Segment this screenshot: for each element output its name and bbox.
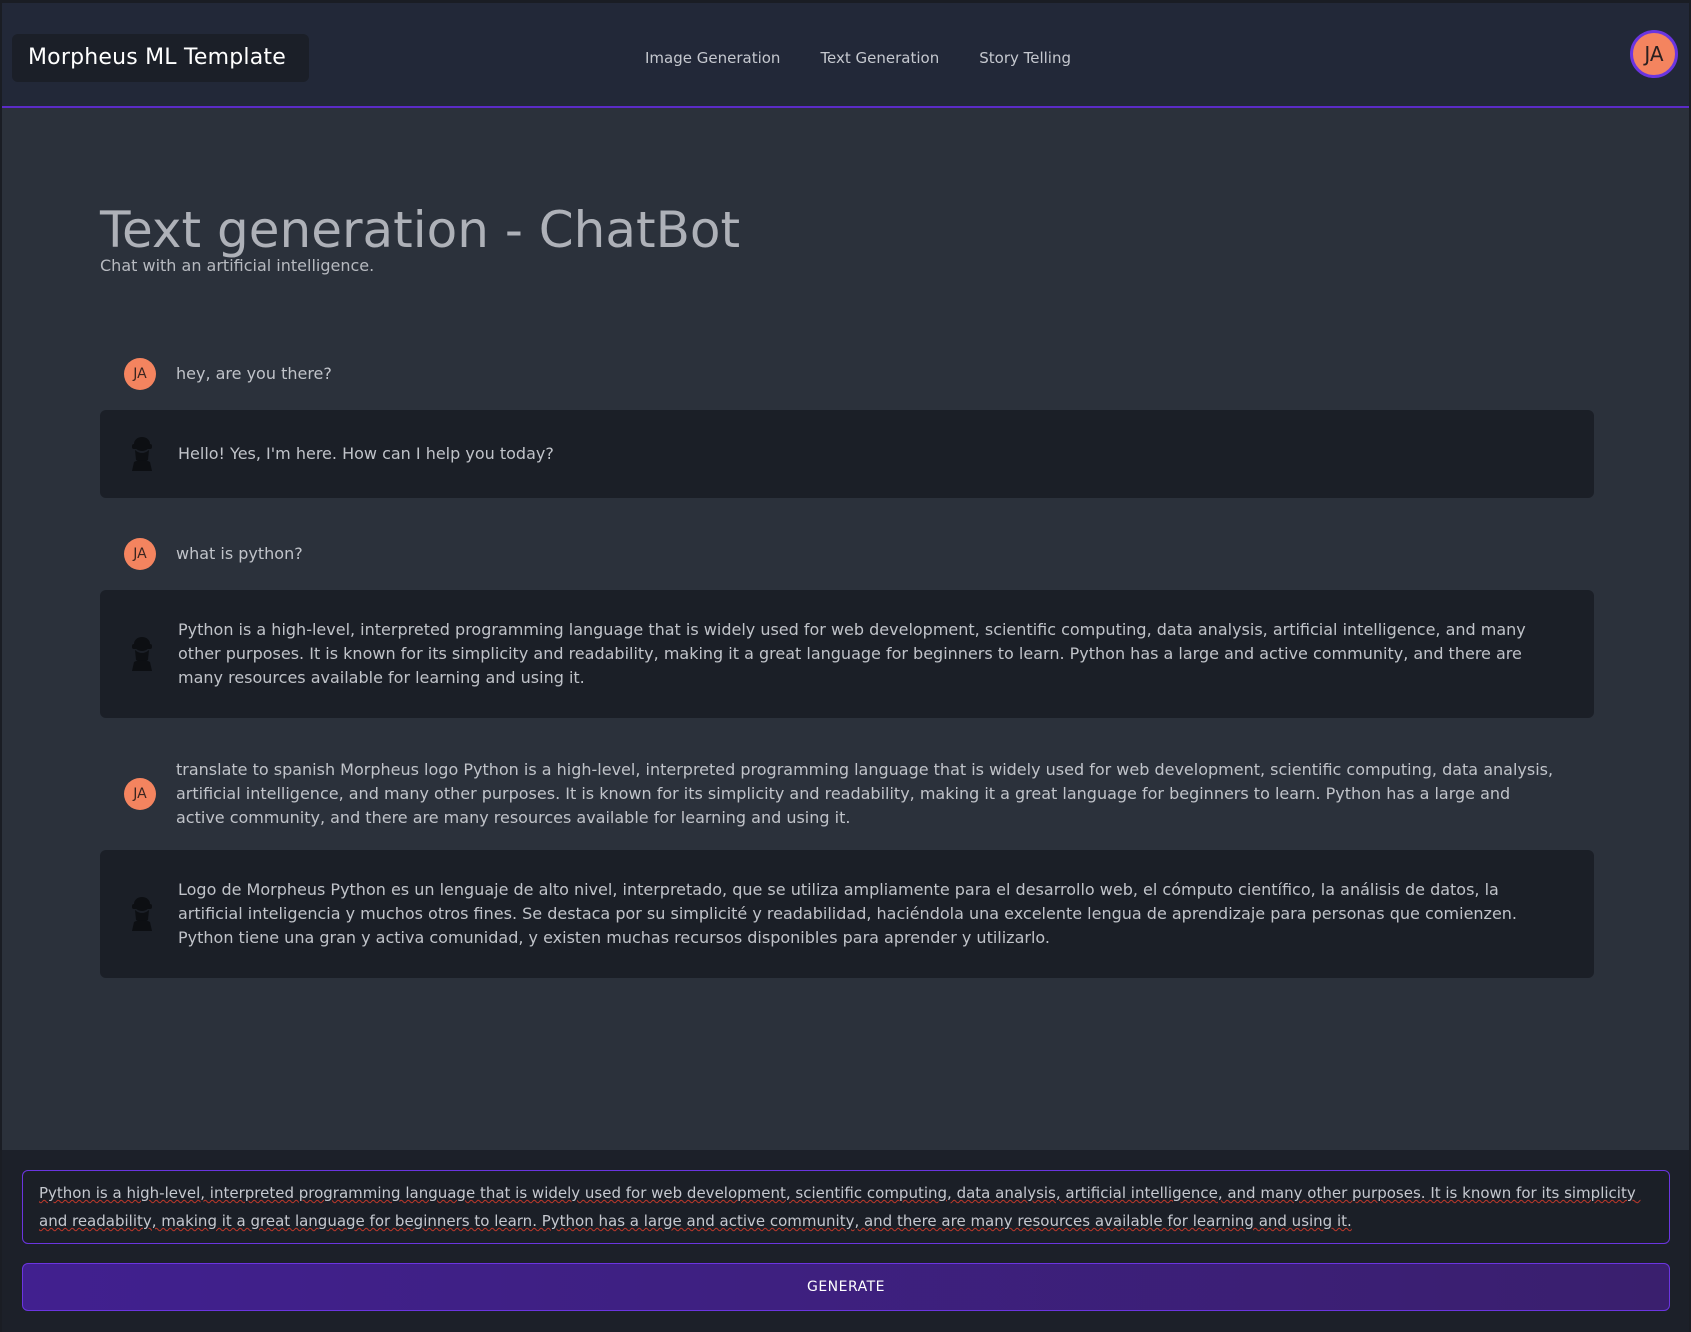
app-window: Morpheus ML Template Image Generation Te… (0, 0, 1691, 1332)
bot-message-text: Hello! Yes, I'm here. How can I help you… (178, 444, 554, 463)
nav-story-telling[interactable]: Story Telling (979, 49, 1071, 67)
chat-message-user: JA translate to spanish Morpheus logo Py… (100, 758, 1594, 830)
bot-message-text: Logo de Morpheus Python es un lenguaje d… (178, 880, 1518, 947)
user-avatar: JA (124, 778, 156, 810)
nav-image-generation[interactable]: Image Generation (645, 49, 780, 67)
morpheus-logo-icon (132, 437, 152, 471)
chat-message-user: JA hey, are you there? (100, 358, 1594, 390)
morpheus-logo-icon (132, 897, 152, 931)
page-title: Text generation - ChatBot (100, 201, 741, 259)
user-avatar: JA (124, 358, 156, 390)
chat-message-bot: Logo de Morpheus Python es un lenguaje d… (100, 850, 1594, 978)
morpheus-logo-icon (132, 637, 152, 671)
generate-button[interactable]: GENERATE (22, 1263, 1670, 1311)
chat-message-bot: Python is a high-level, interpreted prog… (100, 590, 1594, 718)
brand-logo[interactable]: Morpheus ML Template (12, 34, 309, 82)
chat-message-bot: Hello! Yes, I'm here. How can I help you… (100, 410, 1594, 498)
main-nav: Image Generation Text Generation Story T… (645, 49, 1111, 67)
user-avatar: JA (124, 538, 156, 570)
top-navbar: Morpheus ML Template Image Generation Te… (2, 0, 1689, 108)
chat-message-user: JA what is python? (100, 538, 1594, 570)
user-message-text: what is python? (176, 544, 303, 563)
nav-text-generation[interactable]: Text Generation (820, 49, 939, 67)
user-avatar-menu[interactable]: JA (1630, 30, 1678, 78)
user-message-text: translate to spanish Morpheus logo Pytho… (176, 760, 1554, 827)
bot-message-text: Python is a high-level, interpreted prog… (178, 620, 1526, 687)
user-message-text: hey, are you there? (176, 364, 332, 383)
page-subtitle: Chat with an artificial intelligence. (100, 256, 375, 275)
composer-panel: Python is a high-level, interpreted prog… (2, 1150, 1689, 1332)
prompt-textarea[interactable]: Python is a high-level, interpreted prog… (22, 1170, 1670, 1244)
